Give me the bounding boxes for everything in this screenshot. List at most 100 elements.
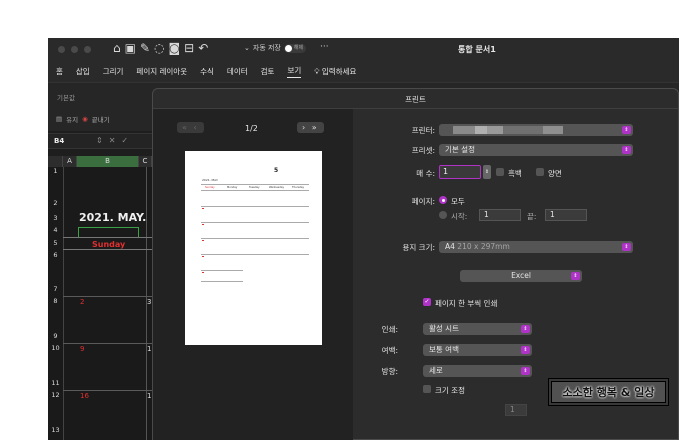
print-what-select[interactable]: 활성 시트 ⇕ xyxy=(423,323,532,335)
printer-select[interactable]: ⇕ xyxy=(439,124,633,136)
pages-all-radio[interactable] xyxy=(439,196,447,204)
previous-page-button[interactable]: « ‹ xyxy=(177,122,204,133)
row-header-6[interactable]: 6 xyxy=(48,251,63,259)
chevron-updown-icon: ⇕ xyxy=(622,126,631,134)
undo-icon[interactable]: ↶ xyxy=(198,41,212,55)
preview-date-mark xyxy=(202,272,204,273)
tab-review[interactable]: 검토 xyxy=(261,66,275,77)
pages-from-field[interactable]: 1 xyxy=(479,209,521,221)
close-window-button[interactable] xyxy=(58,46,65,53)
save-icon[interactable]: ▣ xyxy=(125,41,140,55)
scale-checkbox[interactable] xyxy=(423,385,431,393)
autosave-control[interactable]: ⌄ 자동 저장 해제 xyxy=(244,43,306,53)
sunday-header[interactable]: Sunday xyxy=(92,240,125,249)
column-header-a[interactable]: A xyxy=(63,156,77,167)
tab-draw[interactable]: 그리기 xyxy=(103,66,124,77)
row-header-12[interactable]: 12 xyxy=(48,391,63,399)
two-sided-label: 양면 xyxy=(548,169,562,178)
pages-all-label: 모두 xyxy=(451,197,465,206)
row-header-11[interactable]: 11 xyxy=(48,379,63,387)
date-cell[interactable]: 16 xyxy=(80,392,89,400)
print-preview-pane: « ‹ 1/2 › » 5 2021. MAY. Sunday Monday T… xyxy=(153,109,353,440)
row-header-8[interactable]: 8 xyxy=(48,297,63,305)
date-cell[interactable]: 2 xyxy=(80,298,84,306)
date-cell[interactable]: 9 xyxy=(80,345,84,353)
view-group-label: 기본값 xyxy=(57,94,75,102)
row-header-4[interactable]: 4 xyxy=(48,226,63,234)
tab-formulas[interactable]: 수식 xyxy=(200,66,214,77)
divider-row-5 xyxy=(63,249,152,250)
quick-access-toolbar: ⌂▣✎◌◙⊟↶ xyxy=(113,41,212,55)
zoom-window-button[interactable] xyxy=(84,46,91,53)
preview-weekday: Thursday xyxy=(292,186,305,189)
black-white-checkbox[interactable] xyxy=(496,168,504,176)
autosave-toggle[interactable]: 해제 xyxy=(283,43,306,53)
chevron-updown-icon: ⇕ xyxy=(622,146,631,154)
print-icon[interactable]: ⊟ xyxy=(184,41,198,55)
paper-size-dims: 210 x 297mm xyxy=(457,242,510,251)
tab-view[interactable]: 보기 xyxy=(287,65,302,78)
more-options-icon[interactable]: ··· xyxy=(320,42,329,52)
exit-button[interactable]: 끝내기 xyxy=(92,114,110,124)
row-header-7[interactable]: 7 xyxy=(48,285,63,293)
tell-me-search[interactable]: 💡︎ 입력하세요 xyxy=(314,66,356,77)
paper-size-select[interactable]: A4 210 x 297mm ⇕ xyxy=(439,241,633,253)
row-header-1[interactable]: 1 xyxy=(48,167,63,175)
tab-home[interactable]: 홈 xyxy=(56,66,63,77)
keep-button[interactable]: 유지 xyxy=(66,114,78,124)
chevron-updown-icon: ⇕ xyxy=(521,325,530,333)
preview-year: 2021. MAY. xyxy=(202,178,219,182)
pages-range-radio[interactable] xyxy=(439,211,447,219)
minimize-window-button[interactable] xyxy=(71,46,78,53)
tab-data[interactable]: 데이터 xyxy=(227,66,248,77)
chevron-updown-icon: ⇕ xyxy=(521,367,530,375)
column-header-c[interactable]: C xyxy=(139,156,152,167)
preview-rule xyxy=(201,190,309,191)
stepper-icon[interactable]: ⇕ xyxy=(96,136,109,145)
scale-field[interactable]: 1 xyxy=(505,404,527,416)
row-header-2[interactable]: 2 xyxy=(48,199,63,207)
calendar-title[interactable]: 2021. MAY. xyxy=(79,211,146,224)
keep-icon[interactable]: ▤ xyxy=(56,115,62,123)
spreadsheet-grid[interactable]: 1 2 3 4 5 6 7 8 9 10 11 12 13 2021. MAY.… xyxy=(48,167,156,440)
cancel-icon[interactable]: ✕ xyxy=(109,136,122,145)
orientation-select[interactable]: 세로 ⇕ xyxy=(423,365,532,377)
row-header-9[interactable]: 9 xyxy=(48,332,63,340)
select-all-corner[interactable] xyxy=(48,156,63,167)
row-header-10[interactable]: 10 xyxy=(48,344,63,352)
pages-to-field[interactable]: 1 xyxy=(545,209,587,221)
app-section-value: Excel xyxy=(511,271,531,280)
check-icon[interactable]: ✓ xyxy=(121,136,134,145)
app-section-select[interactable]: Excel ⇕ xyxy=(460,270,582,282)
date-cell[interactable]: 3 xyxy=(147,298,151,306)
page-indicator: 1/2 xyxy=(245,124,258,133)
home-icon[interactable]: ⌂ xyxy=(113,41,125,55)
name-box[interactable]: B4 xyxy=(54,137,64,145)
pages-from-label: 시작: xyxy=(451,212,468,221)
redo-icon[interactable]: ◌ xyxy=(154,41,168,55)
printer-name-blur xyxy=(487,126,503,134)
next-page-button[interactable]: › » xyxy=(297,122,324,133)
margins-value: 보통 여백 xyxy=(429,345,459,354)
eye-icon[interactable]: ◉ xyxy=(82,115,88,123)
column-header-b[interactable]: B xyxy=(77,156,139,167)
collate-checkbox[interactable]: ✓ xyxy=(423,298,431,306)
printer-name-blur xyxy=(453,126,475,134)
camera-icon[interactable]: ◙ xyxy=(169,41,185,55)
preset-select[interactable]: 기본 설정 ⇕ xyxy=(439,144,633,156)
two-sided-checkbox[interactable] xyxy=(536,168,544,176)
margins-select[interactable]: 보통 여백 ⇕ xyxy=(423,344,532,356)
row-header-3[interactable]: 3 xyxy=(48,214,63,222)
row-header-5[interactable]: 5 xyxy=(48,239,63,247)
copies-input[interactable]: 1 xyxy=(439,165,481,179)
copies-stepper[interactable]: ⇕ xyxy=(483,165,491,179)
pages-label: 페이지: xyxy=(411,197,435,206)
chevron-updown-icon: ⇕ xyxy=(521,346,530,354)
row-header-13[interactable]: 13 xyxy=(48,426,63,434)
tab-page-layout[interactable]: 페이지 레이아웃 xyxy=(136,66,187,77)
edit-icon[interactable]: ✎ xyxy=(140,41,154,55)
tab-insert[interactable]: 삽입 xyxy=(76,66,90,77)
chevron-updown-icon: ⇕ xyxy=(622,243,631,251)
print-dialog-title: 프린트 xyxy=(405,95,426,104)
preset-value: 기본 설정 xyxy=(445,145,475,154)
